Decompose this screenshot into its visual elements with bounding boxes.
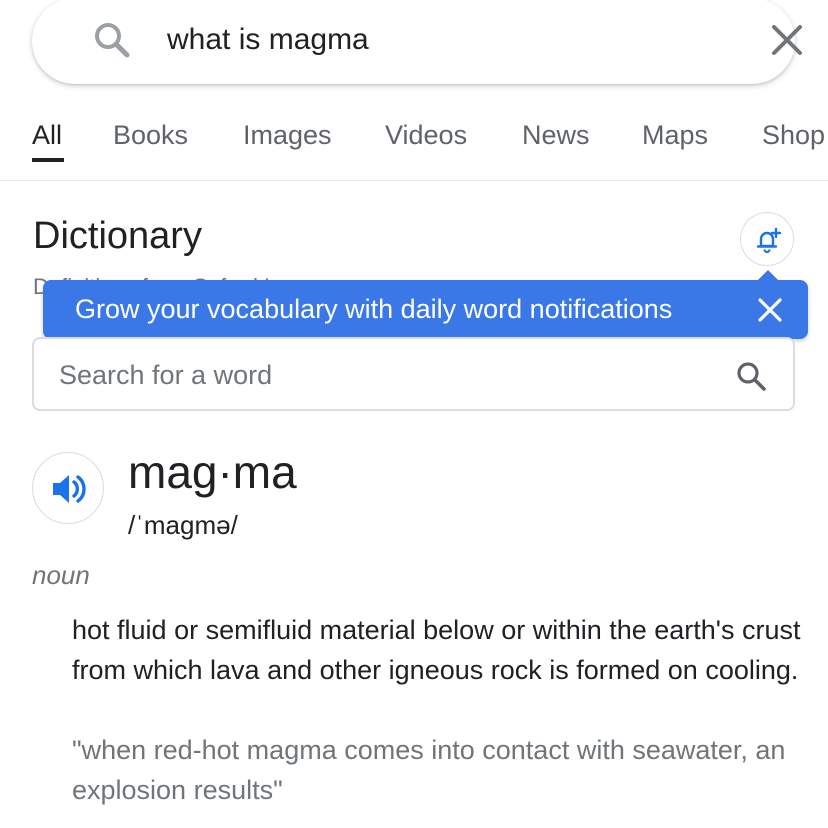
tab-all[interactable]: All [32,108,62,164]
notification-tooltip: Grow your vocabulary with daily word not… [43,270,808,339]
definition-text: hot fluid or semifluid material below or… [72,615,801,685]
search-icon[interactable] [90,18,134,62]
tab-videos[interactable]: Videos [385,108,467,164]
dictionary-title: Dictionary [33,215,202,257]
tab-maps[interactable]: Maps [642,108,708,164]
tooltip-arrow [757,270,779,281]
example-sentence: "when red-hot magma comes into contact w… [72,735,786,805]
bell-plus-icon [756,227,782,254]
word-notification-button[interactable] [740,212,794,266]
word-search-input[interactable]: Search for a word [32,337,795,411]
tab-books[interactable]: Books [113,108,188,164]
close-icon[interactable] [755,295,785,325]
tab-shopping[interactable]: Shop [762,108,825,164]
part-of-speech: noun [32,560,90,590]
tooltip-text: Grow your vocabulary with daily word not… [75,294,673,324]
word-search-placeholder: Search for a word [59,360,273,390]
search-icon[interactable] [734,359,770,395]
tab-news[interactable]: News [522,108,590,164]
pronunciation-audio-button[interactable] [32,452,104,524]
search-query[interactable]: what is magma [167,18,369,62]
search-tabs: All Books Images Videos News Maps Shop [0,108,828,164]
pronunciation: /ˈmaɡmə/ [128,510,238,540]
close-icon[interactable] [769,22,805,58]
tab-images[interactable]: Images [243,108,332,164]
speaker-icon [53,475,86,503]
active-tab-indicator [32,158,64,162]
search-bar[interactable]: what is magma [32,0,802,84]
divider [0,180,828,181]
headword: mag·ma [128,446,297,498]
